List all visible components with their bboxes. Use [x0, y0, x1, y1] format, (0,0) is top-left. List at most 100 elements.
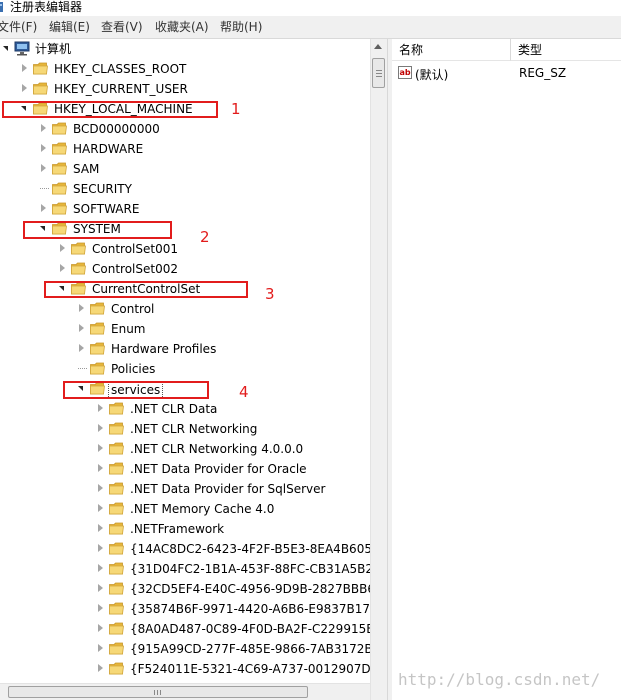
folder-icon [90, 342, 105, 355]
tree-node-35874b6f-9971-4420-a6b6-e9837b17f33[interactable]: {35874B6F-9971-4420-A6B6-E9837B17F33 [0, 599, 370, 619]
tree-connector [78, 368, 87, 369]
collapsed-arrow-icon[interactable] [79, 304, 84, 312]
collapsed-arrow-icon[interactable] [98, 564, 103, 572]
string-value-icon: ab [398, 66, 412, 79]
collapsed-arrow-icon[interactable] [98, 504, 103, 512]
tree-node-controlset002[interactable]: ControlSet002 [0, 259, 370, 279]
menu-edit[interactable]: 编辑(E) [49, 19, 90, 35]
collapsed-arrow-icon[interactable] [98, 584, 103, 592]
tree-node-controlset001[interactable]: ControlSet001 [0, 239, 370, 259]
folder-icon [109, 662, 124, 675]
folder-icon [109, 402, 124, 415]
scroll-thumb[interactable] [372, 58, 385, 88]
tree-node-enum[interactable]: Enum [0, 319, 370, 339]
column-header-name[interactable]: 名称 [392, 39, 511, 61]
folder-icon [109, 462, 124, 475]
collapsed-arrow-icon[interactable] [98, 644, 103, 652]
collapsed-arrow-icon[interactable] [98, 604, 103, 612]
folder-icon [52, 142, 67, 155]
collapsed-arrow-icon[interactable] [98, 404, 103, 412]
collapsed-arrow-icon[interactable] [22, 64, 27, 72]
collapsed-arrow-icon[interactable] [41, 124, 46, 132]
collapsed-arrow-icon[interactable] [60, 244, 65, 252]
annotation-number-2: 2 [200, 228, 210, 246]
collapsed-arrow-icon[interactable] [98, 544, 103, 552]
collapsed-arrow-icon[interactable] [98, 624, 103, 632]
tree-node-netframework[interactable]: .NETFramework [0, 519, 370, 539]
collapsed-arrow-icon[interactable] [79, 324, 84, 332]
tree-node-net-data-provider-for-oracle[interactable]: .NET Data Provider for Oracle [0, 459, 370, 479]
tree-node-hkey-classes-root[interactable]: HKEY_CLASSES_ROOT [0, 59, 370, 79]
collapsed-arrow-icon[interactable] [98, 424, 103, 432]
menu-file[interactable]: 文件(F) [0, 19, 37, 35]
collapsed-arrow-icon[interactable] [98, 484, 103, 492]
column-header-type[interactable]: 类型 [511, 39, 621, 61]
tree-node-14ac8dc2-6423-4f2f-b5e3-8ea4b60588[interactable]: {14AC8DC2-6423-4F2F-B5E3-8EA4B60588 [0, 539, 370, 559]
tree-node-8a0ad487-0c89-4f0d-ba2f-c229915b3f[interactable]: {8A0AD487-0C89-4F0D-BA2F-C229915B3F [0, 619, 370, 639]
value-row[interactable]: ab (默认) REG_SZ [392, 65, 621, 83]
annotation-box-1 [2, 101, 218, 118]
collapsed-arrow-icon[interactable] [41, 164, 46, 172]
collapsed-arrow-icon[interactable] [22, 84, 27, 92]
tree-node-software[interactable]: SOFTWARE [0, 199, 370, 219]
tree-node-net-data-provider-for-sqlserver[interactable]: .NET Data Provider for SqlServer [0, 479, 370, 499]
tree-node-f524011e-5321-4c69-a737-0012907dd7[interactable]: {F524011E-5321-4C69-A737-0012907DD7 [0, 659, 370, 679]
tree-node-net-memory-cache-4-0[interactable]: .NET Memory Cache 4.0 [0, 499, 370, 519]
tree-node-label: Hardware Profiles [111, 342, 217, 356]
tree-vertical-scrollbar[interactable] [370, 39, 387, 700]
collapsed-arrow-icon[interactable] [98, 464, 103, 472]
tree-node-label: SECURITY [73, 182, 132, 196]
menu-favorites[interactable]: 收藏夹(A) [155, 19, 209, 35]
folder-icon [109, 422, 124, 435]
tree-node-security[interactable]: SECURITY [0, 179, 370, 199]
folder-icon [71, 262, 86, 275]
computer-icon [14, 41, 30, 56]
tree-node-hkey-current-user[interactable]: HKEY_CURRENT_USER [0, 79, 370, 99]
tree-node-label: HKEY_CLASSES_ROOT [54, 62, 187, 76]
folder-icon [109, 582, 124, 595]
tree-node-label: .NET Data Provider for SqlServer [130, 482, 326, 496]
tree-node-31d04fc2-1b1a-453f-88fc-cb31a5b22b[interactable]: {31D04FC2-1B1A-453F-88FC-CB31A5B22B [0, 559, 370, 579]
tree-node-net-clr-networking-4-0-0-0[interactable]: .NET CLR Networking 4.0.0.0 [0, 439, 370, 459]
collapsed-arrow-icon[interactable] [98, 524, 103, 532]
tree-node-net-clr-networking[interactable]: .NET CLR Networking [0, 419, 370, 439]
tree-node-label: HKEY_CURRENT_USER [54, 82, 188, 96]
tree-node-sam[interactable]: SAM [0, 159, 370, 179]
collapsed-arrow-icon[interactable] [98, 664, 103, 672]
collapsed-arrow-icon[interactable] [41, 204, 46, 212]
values-pane[interactable]: 名称 类型 ab (默认) REG_SZ [392, 39, 621, 700]
tree-node-label: .NET CLR Networking [130, 422, 258, 436]
tree-node-label: 计算机 [35, 42, 72, 56]
annotation-number-4: 4 [239, 383, 249, 401]
registry-tree[interactable]: 计算机 HKEY_CLASSES_ROOT HKEY_CURRENT_USER HK… [0, 39, 370, 683]
scroll-up-arrow-icon[interactable] [374, 44, 382, 49]
tree-node-control[interactable]: Control [0, 299, 370, 319]
collapsed-arrow-icon[interactable] [98, 444, 103, 452]
tree-node-bcd00000000[interactable]: BCD00000000 [0, 119, 370, 139]
menu-view[interactable]: 查看(V) [101, 19, 143, 35]
tree-node-label: {31D04FC2-1B1A-453F-88FC-CB31A5B22B [130, 562, 370, 576]
menu-bar: 文件(F) 编辑(E) 查看(V) 收藏夹(A) 帮助(H) [0, 16, 621, 39]
tree-node-hardware[interactable]: HARDWARE [0, 139, 370, 159]
folder-icon [109, 542, 124, 555]
collapsed-arrow-icon[interactable] [41, 144, 46, 152]
tree-node-computer[interactable]: 计算机 [0, 39, 370, 59]
value-type: REG_SZ [519, 66, 567, 80]
tree-horizontal-scrollbar[interactable] [0, 683, 370, 700]
horizontal-scroll-thumb[interactable] [8, 686, 308, 698]
tree-node-net-clr-data[interactable]: .NET CLR Data [0, 399, 370, 419]
tree-node-label: .NET Memory Cache 4.0 [130, 502, 275, 516]
folder-icon [90, 302, 105, 315]
tree-node-915a99cd-277f-485e-9866-7ab3172b3b[interactable]: {915A99CD-277F-485E-9866-7AB3172B3B [0, 639, 370, 659]
folder-icon [33, 62, 48, 75]
folder-icon [109, 562, 124, 575]
menu-help[interactable]: 帮助(H) [220, 19, 262, 35]
expanded-arrow-icon[interactable] [3, 46, 8, 51]
collapsed-arrow-icon[interactable] [79, 344, 84, 352]
tree-node-policies[interactable]: Policies [0, 359, 370, 379]
collapsed-arrow-icon[interactable] [60, 264, 65, 272]
tree-node-hardware-profiles[interactable]: Hardware Profiles [0, 339, 370, 359]
tree-node-32cd5ef4-e40c-4956-9d9b-2827bbb627[interactable]: {32CD5EF4-E40C-4956-9D9B-2827BBB627 [0, 579, 370, 599]
folder-icon [109, 442, 124, 455]
window-title: 注册表编辑器 [10, 0, 83, 14]
